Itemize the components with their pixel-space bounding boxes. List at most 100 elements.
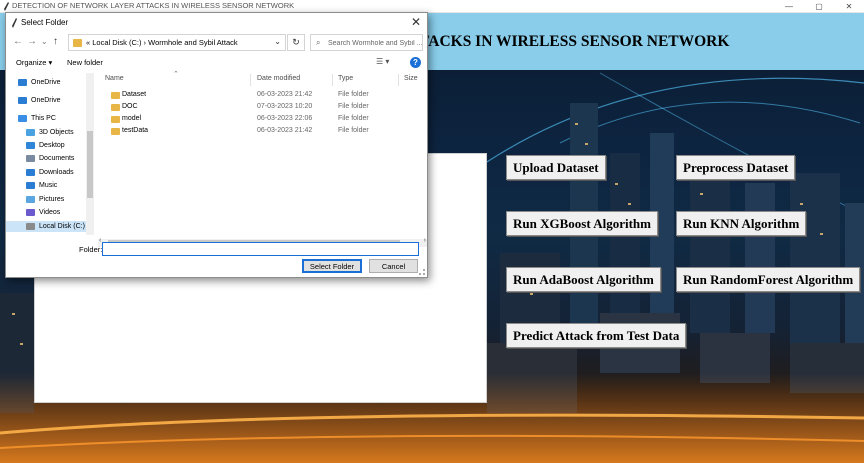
file-type: File folder: [338, 115, 369, 122]
view-options-icon[interactable]: ☰ ▾: [376, 57, 389, 66]
file-row[interactable]: model 06-03-2023 22:06 File folder: [98, 114, 398, 125]
run-randomforest-button[interactable]: Run RandomForest Algorithm: [676, 267, 861, 292]
file-row[interactable]: testData 06-03-2023 21:42 File folder: [98, 126, 398, 137]
search-box[interactable]: ⌕: [310, 34, 423, 51]
help-icon[interactable]: ?: [410, 57, 421, 68]
nav-item-documents[interactable]: Documents: [26, 153, 74, 164]
nav-item-local-disk-c[interactable]: Local Disk (C:): [6, 221, 86, 232]
nav-item-label: Downloads: [39, 169, 74, 176]
nav-item-this-pc[interactable]: This PC: [18, 113, 56, 124]
up-arrow-icon[interactable]: ↑: [53, 36, 58, 47]
command-bar: Organize ▾ New folder ☰ ▾ ?: [6, 56, 427, 71]
nav-item-downloads[interactable]: Downloads: [26, 167, 74, 178]
nav-item-label: Music: [39, 182, 58, 189]
folder-icon: [111, 104, 120, 111]
cube-icon: [26, 129, 35, 136]
video-icon: [26, 209, 35, 216]
column-divider[interactable]: [250, 74, 251, 86]
folder-field[interactable]: [102, 242, 419, 256]
resize-grip-icon[interactable]: [419, 269, 425, 275]
column-header-size[interactable]: Size: [404, 75, 418, 82]
file-date-modified: 06-03-2023 22:06: [257, 115, 313, 122]
navigation-bar: ← → ⌄ ↑ « Local Disk (C:) › Wormhole and…: [6, 34, 427, 52]
forward-arrow-icon[interactable]: →: [27, 36, 37, 47]
address-path: « Local Disk (C:) › Wormhole and Sybil A…: [86, 38, 238, 47]
cloud-icon: [18, 97, 27, 104]
search-icon: ⌕: [316, 38, 321, 47]
nav-item-3d-objects[interactable]: 3D Objects: [26, 127, 74, 138]
folder-icon: [111, 128, 120, 135]
minimize-button[interactable]: —: [774, 0, 804, 13]
column-header-name[interactable]: Name: [105, 75, 124, 82]
scroll-right-icon[interactable]: ›: [424, 237, 426, 244]
file-list: Name ⌃ Date modified Type Size Dataset 06…: [98, 71, 427, 235]
breadcrumb-local-disk[interactable]: Local Disk (C:): [92, 38, 141, 47]
folder-icon: [111, 116, 120, 123]
breadcrumb-wormhole-folder[interactable]: Wormhole and Sybil Attack: [148, 38, 238, 47]
dialog-title: Select Folder: [21, 18, 69, 27]
column-divider[interactable]: [332, 74, 333, 86]
file-date-modified: 06-03-2023 21:42: [257, 127, 313, 134]
folder-label: Folder:: [79, 245, 103, 254]
sort-caret-icon: ⌃: [173, 71, 179, 78]
file-name: model: [122, 115, 142, 122]
search-input[interactable]: [328, 37, 422, 49]
nav-item-desktop[interactable]: Desktop: [26, 140, 65, 151]
column-header-date[interactable]: Date modified: [257, 75, 300, 82]
nav-item-label: Documents: [39, 155, 75, 162]
select-folder-button[interactable]: Select Folder: [302, 259, 362, 273]
navigation-scrollbar[interactable]: [86, 73, 94, 235]
run-knn-button[interactable]: Run KNN Algorithm: [676, 211, 807, 236]
scrollbar-thumb[interactable]: [87, 131, 93, 198]
new-folder-button[interactable]: New folder: [67, 58, 103, 67]
file-name: testData: [122, 127, 149, 134]
refresh-button[interactable]: ↻: [287, 34, 305, 51]
file-type: File folder: [338, 91, 369, 98]
recent-dropdown-icon[interactable]: ⌄: [41, 37, 48, 46]
nav-item-label: Local Disk (C:): [39, 223, 85, 230]
nav-item-music[interactable]: Music: [26, 180, 57, 191]
nav-item-onedrive[interactable]: OneDrive: [18, 77, 61, 88]
file-row[interactable]: DOC 07-03-2023 10:20 File folder: [98, 102, 398, 113]
music-icon: [26, 182, 35, 189]
preprocess-dataset-button[interactable]: Preprocess Dataset: [676, 155, 796, 180]
breadcrumb-separator: ›: [143, 38, 147, 47]
folder-icon: [73, 39, 82, 47]
nav-item-pictures[interactable]: Pictures: [26, 194, 64, 205]
run-xgboost-button[interactable]: Run XGBoost Algorithm: [506, 211, 658, 236]
computer-icon: [18, 115, 27, 122]
file-type: File folder: [338, 103, 369, 110]
nav-item-label: Videos: [39, 209, 61, 216]
maximize-button[interactable]: ▢: [804, 0, 834, 13]
run-adaboost-button[interactable]: Run AdaBoost Algorithm: [506, 267, 661, 292]
scroll-left-icon[interactable]: ‹: [99, 237, 101, 244]
disk-icon: [26, 223, 35, 230]
cloud-icon: [18, 79, 27, 86]
close-window-button[interactable]: ✕: [834, 0, 864, 13]
nav-item-onedrive[interactable]: OneDrive: [18, 95, 61, 106]
back-arrow-icon[interactable]: ←: [13, 36, 23, 47]
nav-item-label: This PC: [31, 115, 56, 122]
file-date-modified: 07-03-2023 10:20: [257, 103, 313, 110]
feather-icon: [12, 18, 17, 28]
nav-item-videos[interactable]: Videos: [26, 207, 60, 218]
picture-icon: [26, 196, 35, 203]
column-divider[interactable]: [398, 74, 399, 86]
predict-attack-button[interactable]: Predict Attack from Test Data: [506, 323, 687, 348]
nav-item-label: Pictures: [39, 196, 65, 203]
address-overflow[interactable]: «: [86, 38, 90, 47]
dialog-close-button[interactable]: ✕: [411, 15, 421, 29]
upload-dataset-button[interactable]: Upload Dataset: [506, 155, 606, 180]
file-row[interactable]: Dataset 06-03-2023 21:42 File folder: [98, 90, 398, 101]
select-folder-dialog: Select Folder ✕ ← → ⌄ ↑ « Local Disk (C:…: [5, 12, 428, 278]
organize-menu[interactable]: Organize ▾: [16, 58, 52, 67]
dialog-titlebar: Select Folder ✕: [6, 13, 427, 33]
address-dropdown-icon[interactable]: ⌄: [274, 37, 281, 46]
refresh-icon: ↻: [292, 37, 300, 47]
main-window-title: DETECTION OF NETWORK LAYER ATTACKS IN WI…: [12, 1, 295, 10]
column-header-type[interactable]: Type: [338, 75, 353, 82]
nav-item-label: 3D Objects: [39, 129, 74, 136]
cancel-button[interactable]: Cancel: [369, 259, 418, 273]
address-bar[interactable]: « Local Disk (C:) › Wormhole and Sybil A…: [68, 34, 286, 51]
document-icon: [26, 155, 35, 162]
